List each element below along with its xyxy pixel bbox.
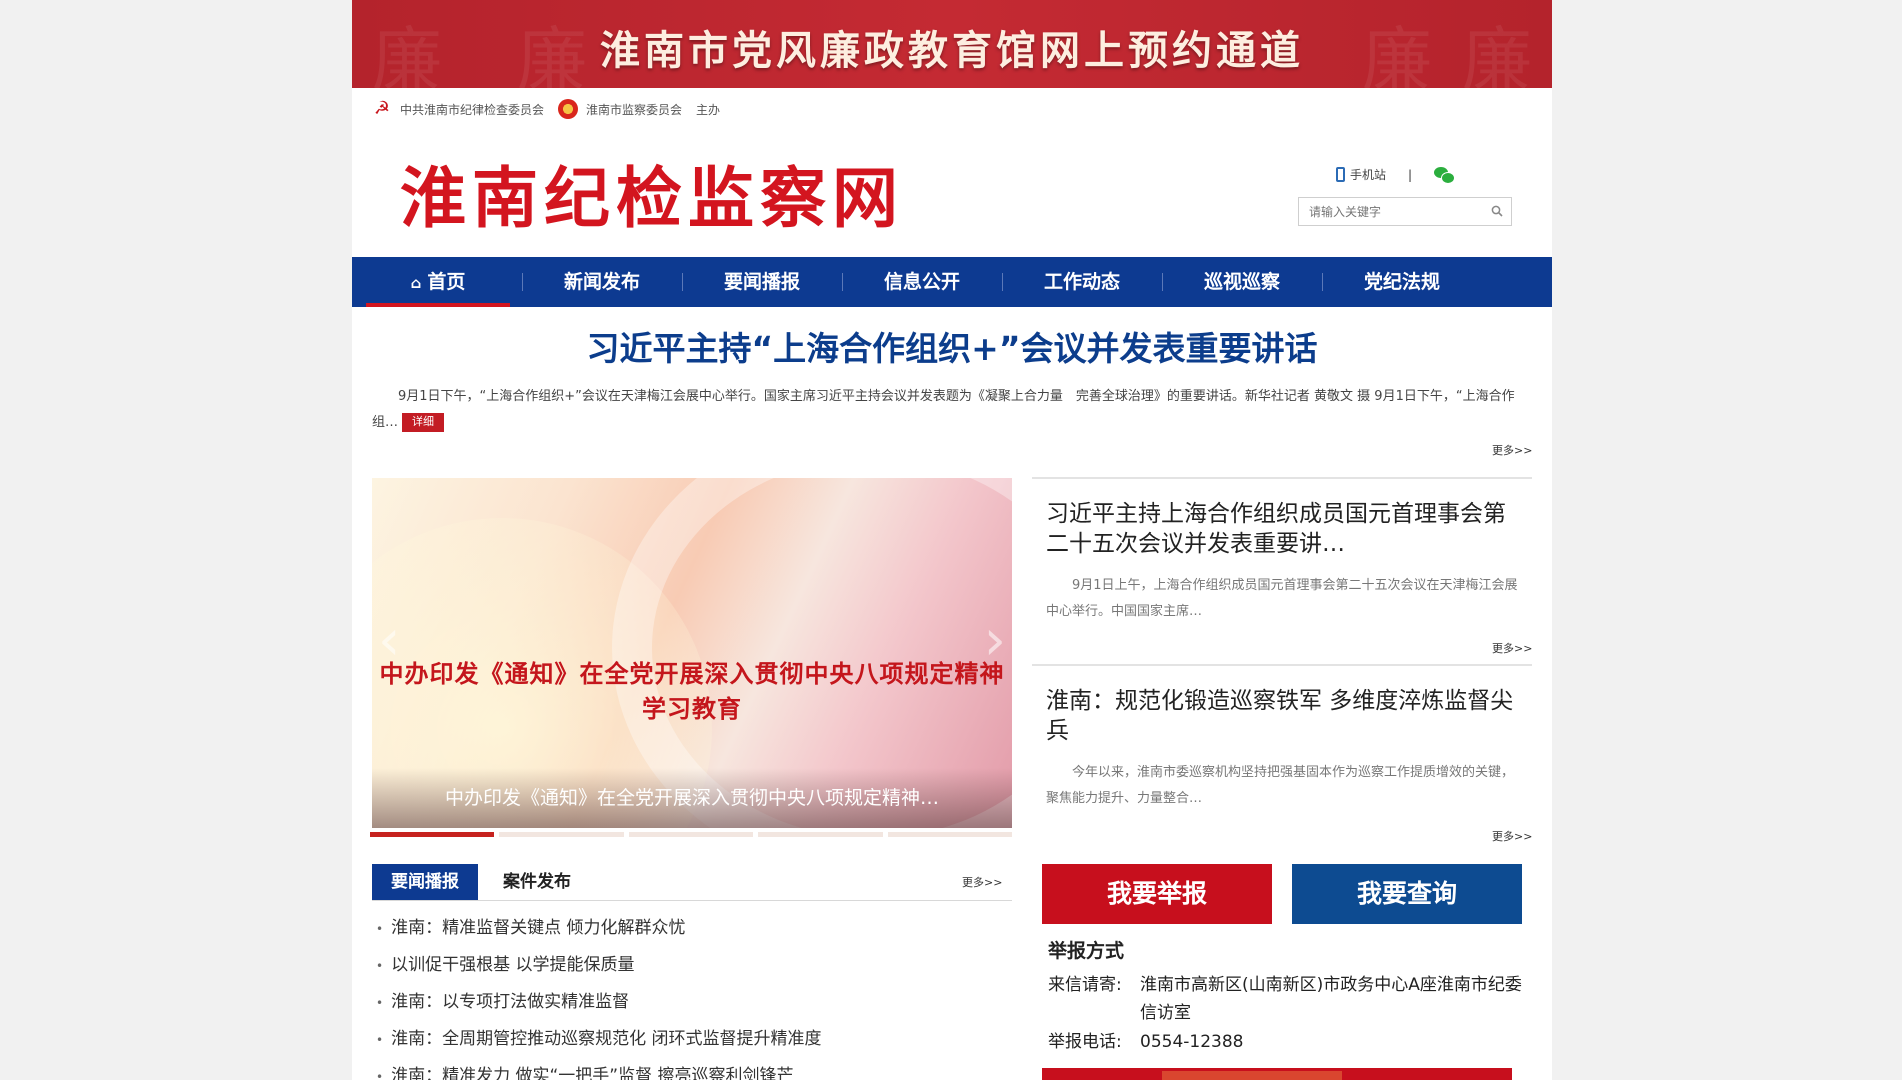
nav-divider — [682, 273, 683, 291]
nav-divider — [1322, 273, 1323, 291]
list-item[interactable]: 淮南：全周期管控推动巡察规范化 闭环式监督提升精准度 — [376, 1021, 1006, 1058]
party-emblem-icon: ☭ — [372, 98, 392, 119]
main-nav: ⌂ 首页 新闻发布 要闻播报 信息公开 工作动态 巡视巡察 党纪法规 — [352, 257, 1552, 307]
right-news-title[interactable]: 习近平主持上海合作组织成员国元首理事会第二十五次会议并发表重要讲… — [1032, 479, 1532, 559]
slider-prev-arrow-icon[interactable]: ‹ — [378, 608, 400, 673]
home-icon: ⌂ — [410, 274, 422, 292]
slider-dot[interactable] — [887, 832, 1013, 837]
slider-dot[interactable] — [758, 832, 883, 837]
image-slider[interactable]: 中办印发《通知》在全党开展深入贯彻中央八项规定精神学习教育 ‹ › 中办印发《通… — [372, 478, 1012, 828]
report-button[interactable]: 我要举报 — [1042, 864, 1272, 924]
slider-dot[interactable] — [370, 832, 495, 837]
banner-title[interactable]: 淮南市党风廉政教育馆网上预约通道 — [352, 18, 1552, 76]
slider-dot[interactable] — [499, 832, 624, 837]
nav-divider — [842, 273, 843, 291]
search-input[interactable] — [1299, 198, 1479, 225]
tool-separator: | — [1408, 167, 1413, 182]
list-item[interactable]: 淮南：精准监督关键点 倾力化解群众忧 — [376, 910, 1006, 947]
nav-item-label: 首页 — [427, 271, 466, 293]
nav-divider — [1162, 273, 1163, 291]
report-letter-label: 来信请寄: — [1048, 975, 1122, 995]
host-organizations: ☭ 中共淮南市纪律检查委员会 淮南市监察委员会 主办 — [372, 98, 720, 120]
slide-caption[interactable]: 中办印发《通知》在全党开展深入贯彻中央八项规定精神… — [372, 768, 1012, 828]
right-news-item: 淮南：规范化锻造巡察铁军 多维度淬炼监督尖兵 今年以来，淮南市委巡察机构坚持把强… — [1032, 664, 1532, 812]
report-methods-title: 举报方式 — [1048, 940, 1125, 962]
right-news-item: 习近平主持上海合作组织成员国元首理事会第二十五次会议并发表重要讲… 9月1日上午… — [1032, 477, 1532, 625]
tabs-more-link[interactable]: 更多>> — [962, 874, 1002, 890]
list-item[interactable]: 淮南：以专项打法做实精准监督 — [376, 984, 1006, 1021]
search-box — [1298, 197, 1512, 226]
header-tools: 手机站 | — [1336, 166, 1456, 184]
slider-next-arrow-icon[interactable]: › — [984, 608, 1006, 673]
national-emblem-icon — [558, 99, 579, 119]
host-org-1: 中共淮南市纪律检查委员会 — [400, 102, 545, 117]
right-news-more-link[interactable]: 更多>> — [1492, 828, 1532, 844]
site-logo[interactable]: 淮南纪检监察网 — [400, 158, 904, 238]
nav-divider — [1002, 273, 1003, 291]
right-news-title[interactable]: 淮南：规范化锻造巡察铁军 多维度淬炼监督尖兵 — [1032, 666, 1532, 746]
headline-summary: 9月1日下午，“上海合作组织+”会议在天津梅江会展中心举行。国家主席习近平主持会… — [372, 384, 1532, 436]
host-suffix: 主办 — [696, 102, 721, 117]
slider-pagination — [370, 832, 1013, 837]
report-letter-address: 淮南市高新区(山南新区)市政务中心A座淮南市纪委信访室 — [1140, 975, 1522, 1023]
headline-summary-text: 9月1日下午，“上海合作组织+”会议在天津梅江会展中心举行。国家主席习近平主持会… — [372, 389, 1515, 430]
mobile-site-link[interactable]: 手机站 — [1350, 166, 1386, 183]
nav-item-work-updates[interactable]: 工作动态 — [1010, 257, 1154, 307]
list-item[interactable]: 以训促干强根基 以学提能保质量 — [376, 947, 1006, 984]
search-icon[interactable] — [1491, 205, 1503, 217]
news-tabs: 要闻播报 案件发布 — [372, 864, 1012, 901]
nav-item-news-broadcast[interactable]: 要闻播报 — [690, 257, 834, 307]
detail-button[interactable]: 详细 — [402, 413, 445, 432]
nav-item-home[interactable]: ⌂ 首页 — [366, 257, 510, 307]
report-letter-row: 来信请寄: 淮南市高新区(山南新区)市政务中心A座淮南市纪委信访室 — [1048, 971, 1532, 1027]
report-phone-number: 0554-12388 — [1140, 1032, 1244, 1052]
tab-case-release[interactable]: 案件发布 — [484, 864, 590, 900]
news-list: 淮南：精准监督关键点 倾力化解群众忧 以训促干强根基 以学提能保质量 淮南：以专… — [376, 910, 1006, 1080]
nav-item-info-disclosure[interactable]: 信息公开 — [850, 257, 994, 307]
slider-dot[interactable] — [628, 832, 754, 837]
tab-news-broadcast[interactable]: 要闻播报 — [372, 864, 478, 900]
right-news-summary: 9月1日上午，上海合作组织成员国元首理事会第二十五次会议在天津梅江会展中心举行。… — [1046, 578, 1518, 619]
page: 廉 廉 廉 廉 淮南市党风廉政教育馆网上预约通道 ☭ 中共淮南市纪律检查委员会 … — [352, 0, 1552, 1080]
nav-divider — [522, 273, 523, 291]
report-phone-row: 举报电话: 0554-12388 — [1048, 1028, 1532, 1056]
promo-banner[interactable] — [1042, 1068, 1512, 1080]
appointment-banner[interactable]: 廉 廉 廉 廉 淮南市党风廉政教育馆网上预约通道 — [352, 0, 1552, 88]
nav-item-news-release[interactable]: 新闻发布 — [530, 257, 674, 307]
slide-image-text: 中办印发《通知》在全党开展深入贯彻中央八项规定精神学习教育 — [379, 659, 1005, 723]
promo-banner-graphic — [1162, 1071, 1342, 1080]
list-item[interactable]: 淮南：精准发力 做实“一把手”监督 擦亮巡察利剑锋芒 — [376, 1058, 1006, 1080]
query-button[interactable]: 我要查询 — [1292, 864, 1522, 924]
right-news-summary: 今年以来，淮南市委巡察机构坚持把强基固本作为巡察工作提质增效的关键，聚焦能力提升… — [1046, 765, 1515, 806]
headline-more-link[interactable]: 更多>> — [1492, 442, 1532, 458]
nav-item-inspection[interactable]: 巡视巡察 — [1170, 257, 1314, 307]
headline-title[interactable]: 习近平主持“上海合作组织+”会议并发表重要讲话 — [352, 322, 1552, 370]
right-news-more-link[interactable]: 更多>> — [1492, 640, 1532, 656]
host-org-2: 淮南市监察委员会 — [586, 102, 683, 117]
mobile-phone-icon — [1336, 167, 1345, 182]
nav-item-party-rules[interactable]: 党纪法规 — [1330, 257, 1474, 307]
report-phone-label: 举报电话: — [1048, 1032, 1122, 1052]
wechat-icon[interactable] — [1434, 166, 1456, 184]
